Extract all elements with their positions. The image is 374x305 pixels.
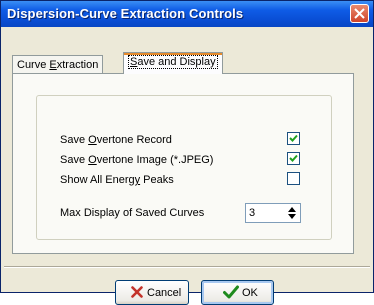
check-icon xyxy=(289,134,298,142)
spinner-buttons[interactable] xyxy=(284,204,300,222)
tab-curve-extraction-label: Curve Extraction xyxy=(17,59,99,71)
show-all-energy-peaks-checkbox[interactable] xyxy=(287,172,300,185)
max-display-value[interactable]: 3 xyxy=(249,207,255,219)
option-save-overtone-record-label: Save Overtone Record xyxy=(60,134,172,146)
tab-save-and-display-label: Save and Display xyxy=(128,55,218,69)
checkmark-icon xyxy=(223,285,239,299)
tab-save-and-display[interactable]: Save and Display xyxy=(123,52,223,74)
option-show-all-energy-peaks-label: Show All Energy Peaks xyxy=(60,174,174,186)
max-display-label: Max Display of Saved Curves xyxy=(60,207,205,219)
spin-arrows-icon[interactable] xyxy=(284,204,300,222)
save-overtone-record-checkbox[interactable] xyxy=(287,132,300,145)
cancel-button-label: Cancel xyxy=(147,287,182,299)
title-bar[interactable]: Dispersion-Curve Extraction Controls xyxy=(1,1,373,27)
dialog-window: Dispersion-Curve Extraction Controls Cur… xyxy=(0,0,374,305)
x-icon xyxy=(131,286,143,298)
window-title: Dispersion-Curve Extraction Controls xyxy=(7,6,244,21)
dialog-body: Curve Extraction Save and Display Save O… xyxy=(4,27,370,305)
tab-curve-extraction[interactable]: Curve Extraction xyxy=(12,55,104,73)
save-overtone-image-checkbox[interactable] xyxy=(287,152,300,165)
option-save-overtone-image-label: Save Overtone Image (*.JPEG) xyxy=(60,154,214,166)
close-button[interactable] xyxy=(350,4,369,23)
ok-button-label: OK xyxy=(242,287,258,299)
tab-panel: Save Overtone Record Save Overtone Image… xyxy=(12,73,354,254)
separator xyxy=(4,266,370,268)
active-tab-accent xyxy=(124,53,222,55)
check-icon xyxy=(289,154,298,162)
max-display-spinner[interactable]: 3 xyxy=(245,203,301,223)
close-icon xyxy=(354,8,365,19)
